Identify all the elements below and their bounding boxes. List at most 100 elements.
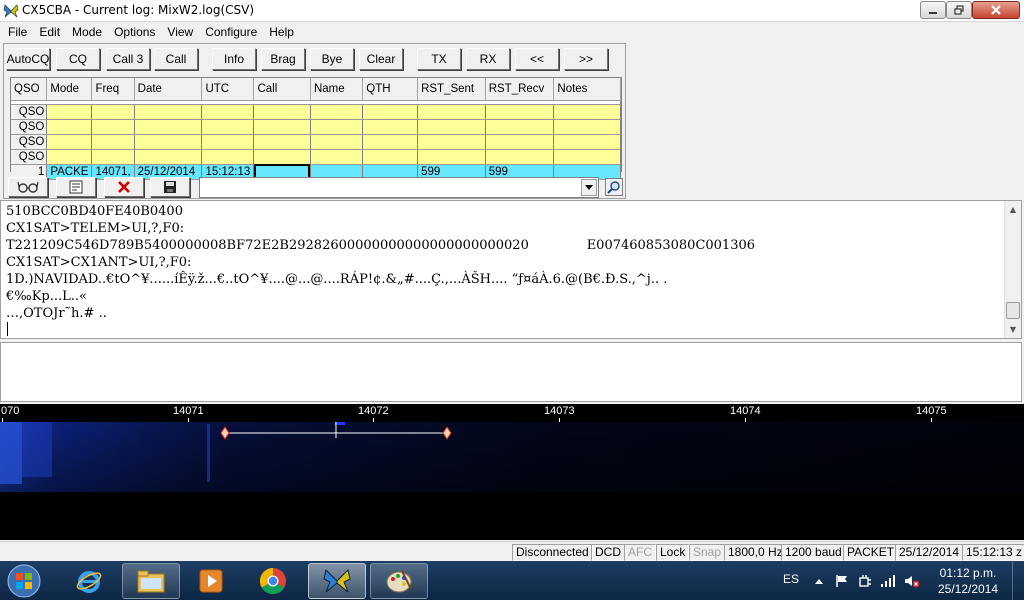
col-qth[interactable]: QTH bbox=[362, 78, 419, 101]
autocq-button[interactable]: AutoCQ bbox=[6, 48, 50, 70]
col-rst-recv[interactable]: RST_Recv bbox=[485, 78, 555, 101]
status-lock[interactable]: Lock bbox=[656, 544, 690, 561]
status-afc[interactable]: AFC bbox=[624, 544, 656, 561]
rx-line: 1D.)NAVIDAD..€tO^¥......íÊÿ.ž...€..tO^¥.… bbox=[6, 272, 668, 287]
action-center-tray[interactable] bbox=[834, 573, 850, 589]
rx-line: 510BCC0BD40FE40B0400 bbox=[6, 204, 183, 219]
log-table: QSO Mode Freq Date UTC Call Name QTH RST… bbox=[11, 78, 621, 180]
menu-mode[interactable]: Mode bbox=[66, 22, 108, 42]
table-row[interactable]: QSO bbox=[11, 119, 621, 135]
table-row[interactable]: QSO bbox=[11, 104, 621, 120]
menu-edit[interactable]: Edit bbox=[33, 22, 66, 42]
col-mode[interactable]: Mode bbox=[46, 78, 93, 101]
freq-label: 14074 bbox=[730, 405, 761, 417]
col-name[interactable]: Name bbox=[310, 78, 364, 101]
rx-line: CX1SAT>CX1ANT>UI,?,F0: bbox=[6, 255, 192, 270]
power-tray[interactable] bbox=[857, 573, 873, 589]
call3-button[interactable]: Call 3 bbox=[106, 48, 150, 70]
volume-tray[interactable] bbox=[904, 573, 920, 589]
status-baud[interactable]: 1200 baud bbox=[781, 544, 846, 561]
glasses-button[interactable] bbox=[8, 177, 48, 197]
menu-options[interactable]: Options bbox=[108, 22, 161, 42]
freq-label: 14075 bbox=[916, 405, 947, 417]
media-player-icon bbox=[199, 569, 223, 593]
delete-button[interactable] bbox=[104, 177, 144, 197]
windows-start-icon bbox=[7, 564, 41, 597]
clock-time: 01:12 p.m. bbox=[939, 566, 997, 580]
brag-button[interactable]: Brag bbox=[261, 48, 305, 70]
freq-label: 14072 bbox=[358, 405, 389, 417]
table-row[interactable]: QSO bbox=[11, 134, 621, 150]
start-button[interactable] bbox=[4, 562, 44, 599]
close-button[interactable] bbox=[972, 1, 1020, 19]
cq-button[interactable]: CQ bbox=[56, 48, 100, 70]
col-date[interactable]: Date bbox=[134, 78, 203, 101]
butterfly-icon bbox=[323, 569, 351, 593]
col-freq[interactable]: Freq bbox=[91, 78, 135, 101]
next-button[interactable]: >> bbox=[564, 48, 608, 70]
status-snap[interactable]: Snap bbox=[689, 544, 726, 561]
callsign-combo[interactable] bbox=[199, 177, 599, 198]
taskbar-media[interactable] bbox=[182, 563, 240, 599]
row-header: QSO bbox=[11, 119, 48, 135]
menu-file[interactable]: File bbox=[2, 22, 33, 42]
menu-view[interactable]: View bbox=[161, 22, 199, 42]
menu-help[interactable]: Help bbox=[263, 22, 300, 42]
prev-button[interactable]: << bbox=[515, 48, 559, 70]
status-time: 15:12:13 z bbox=[962, 544, 1024, 561]
network-tray[interactable] bbox=[880, 573, 896, 589]
status-connection: Disconnected bbox=[512, 544, 593, 561]
receive-text-panel[interactable]: 510BCC0BD40FE40B0400 CX1SAT>TELEM>UI,?,F0… bbox=[0, 200, 1022, 339]
status-dcd[interactable]: DCD bbox=[591, 544, 625, 561]
table-row[interactable]: QSO bbox=[11, 149, 621, 165]
rx-button[interactable]: RX bbox=[466, 48, 510, 70]
status-audio-freq[interactable]: 1800,0 Hz bbox=[724, 544, 787, 561]
combo-dropdown-button[interactable] bbox=[581, 179, 597, 196]
col-rst-sent[interactable]: RST_Sent bbox=[417, 78, 486, 101]
maximize-button[interactable] bbox=[946, 1, 972, 19]
taskbar-clock[interactable]: 01:12 p.m. 25/12/2014 bbox=[930, 565, 1006, 597]
lookup-button[interactable] bbox=[605, 178, 623, 196]
chevron-up-icon bbox=[815, 578, 823, 584]
col-notes[interactable]: Notes bbox=[553, 78, 621, 101]
save-button[interactable] bbox=[150, 177, 190, 197]
form-button[interactable] bbox=[56, 177, 96, 197]
transmit-text-panel[interactable] bbox=[0, 342, 1022, 402]
taskbar-ie[interactable] bbox=[60, 563, 118, 599]
taskbar-paint[interactable] bbox=[370, 563, 428, 599]
frequency-scale[interactable]: 070 14071 14072 14073 14074 14075 bbox=[0, 404, 1024, 422]
call-button[interactable]: Call bbox=[154, 48, 198, 70]
folder-icon bbox=[137, 570, 165, 593]
status-date: 25/12/2014 bbox=[895, 544, 964, 561]
col-utc[interactable]: UTC bbox=[201, 78, 255, 101]
taskbar-chrome[interactable] bbox=[244, 563, 302, 599]
show-desktop-button[interactable] bbox=[1012, 561, 1024, 600]
chrome-icon bbox=[259, 567, 286, 595]
scroll-up-arrow-icon[interactable]: ▲ bbox=[1005, 201, 1021, 218]
taskbar-mixw[interactable] bbox=[308, 563, 366, 599]
rx-scrollbar[interactable]: ▲ ▼ bbox=[1004, 201, 1021, 338]
language-indicator[interactable]: ES bbox=[783, 572, 799, 586]
clear-button[interactable]: Clear bbox=[359, 48, 403, 70]
show-hidden-icons-button[interactable] bbox=[811, 573, 827, 589]
freq-label: 14071 bbox=[173, 405, 204, 417]
volume-muted-icon bbox=[905, 576, 920, 588]
rx-line: €‰Kp...L..« bbox=[6, 289, 87, 304]
receive-text[interactable]: 510BCC0BD40FE40B0400 CX1SAT>TELEM>UI,?,F0… bbox=[6, 203, 1001, 337]
minimize-button[interactable] bbox=[920, 1, 946, 19]
taskbar-explorer[interactable] bbox=[122, 563, 180, 599]
scroll-down-arrow-icon[interactable]: ▼ bbox=[1005, 321, 1021, 338]
scroll-thumb[interactable] bbox=[1006, 302, 1020, 319]
log-panel: AutoCQ CQ Call 3 Call Info Brag Bye Clea… bbox=[3, 43, 626, 199]
status-mode[interactable]: PACKET bbox=[843, 544, 899, 561]
log-grid[interactable]: QSO Mode Freq Date UTC Call Name QTH RST… bbox=[10, 77, 622, 180]
bye-button[interactable]: Bye bbox=[310, 48, 354, 70]
menu-configure[interactable]: Configure bbox=[199, 22, 263, 42]
row-header: QSO bbox=[11, 104, 48, 120]
delete-icon bbox=[118, 181, 130, 193]
tx-button[interactable]: TX bbox=[417, 48, 461, 70]
col-qso[interactable]: QSO bbox=[11, 78, 48, 101]
col-call[interactable]: Call bbox=[253, 78, 311, 101]
waterfall-display[interactable]: 070 14071 14072 14073 14074 14075 bbox=[0, 404, 1024, 540]
info-button[interactable]: Info bbox=[212, 48, 256, 70]
